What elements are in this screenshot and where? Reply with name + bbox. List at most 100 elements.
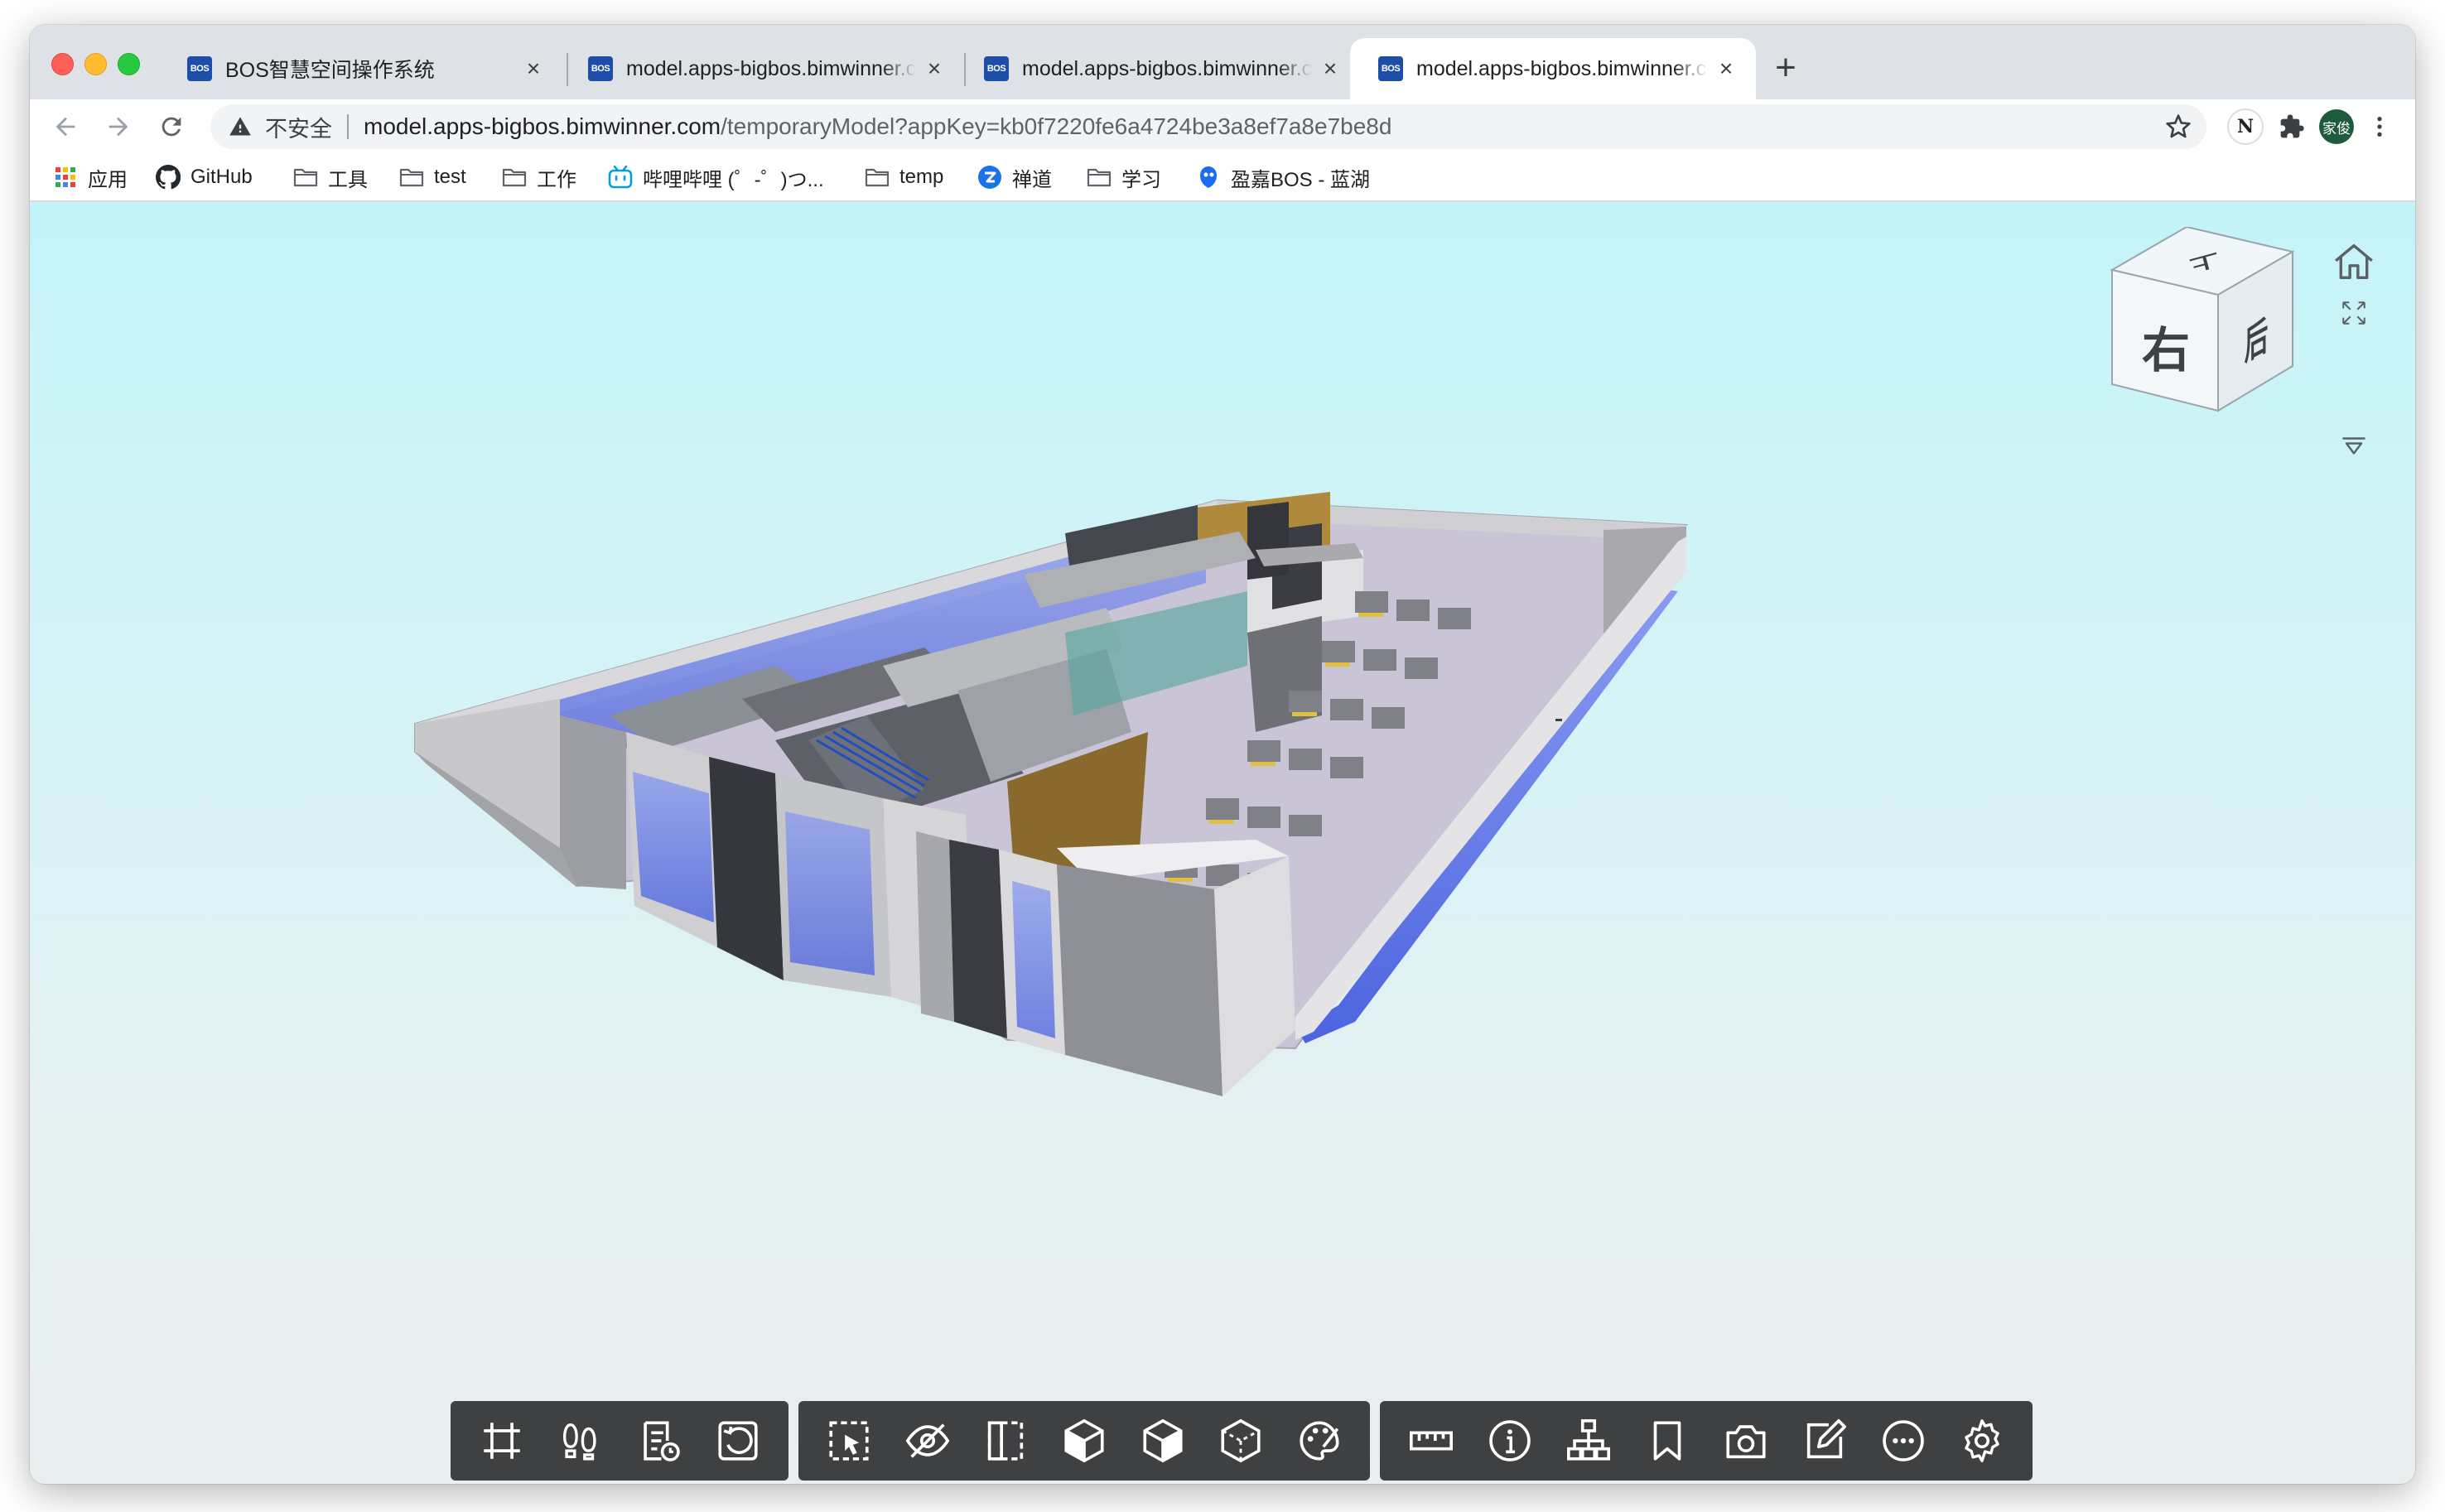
footprints-icon [562,1423,596,1461]
roam-button[interactable] [541,1401,620,1481]
funnel-icon [2342,437,2365,455]
reload-icon [162,117,181,137]
floor-filter-button[interactable] [2336,429,2372,465]
omnibox-divider [347,114,349,139]
tab-model-active[interactable]: BOS model.apps-bigbos.bimwinner.com × [1350,38,1756,99]
corner-block-front [1057,864,1222,1096]
snapshot-button[interactable] [1706,1401,1785,1481]
zoom-window-button[interactable] [118,53,140,75]
tab-close-icon[interactable]: × [522,57,545,80]
bookmark-github[interactable]: GitHub [156,161,253,194]
box-select-icon [829,1421,869,1461]
dark-panel [949,840,1007,1038]
bookmark-folder-temp[interactable]: temp [865,161,943,194]
bookmark-view-button[interactable] [1628,1401,1706,1481]
forward-button[interactable] [98,106,139,147]
arrow-left-icon [55,117,75,137]
bookmark-star-icon[interactable] [2163,112,2193,142]
kebab-menu-icon [2377,117,2382,137]
bookmark-label: 学习 [1121,168,1161,191]
toolbar-group-view [451,1401,788,1481]
wireframe-button[interactable] [1202,1401,1280,1481]
bookmark-label: temp [899,166,944,188]
tab-bos-os[interactable]: BOS BOS智慧空间操作系统 × [169,38,563,99]
section-box-button[interactable] [1045,1401,1124,1481]
tab-close-icon[interactable]: × [1319,57,1342,80]
building-model-3d[interactable] [30,202,2415,1484]
hide-button[interactable] [889,1401,967,1481]
address-bar[interactable]: 不安全 model.apps-bigbos.bimwinner.com/temp… [210,104,2206,149]
bookmark-folder-tools[interactable]: 工具 [293,161,368,194]
bookmark-bilibili[interactable]: 哔哩哔哩 (゜-゜)つ... [608,161,824,194]
security-label[interactable]: 不安全 [265,111,332,143]
tab-close-icon[interactable]: × [1714,57,1738,80]
extensions-button[interactable] [2273,108,2311,146]
bookmark-apps[interactable]: 应用 [53,161,128,194]
measure-button[interactable] [1391,1401,1470,1481]
settings-button[interactable] [1942,1401,2021,1481]
bookmark-zentao[interactable]: 禅道 [977,161,1052,194]
material-button[interactable] [1280,1401,1358,1481]
hierarchy-icon [1566,1419,1610,1461]
warning-triangle-icon[interactable] [227,113,253,140]
bookmark-lanhu[interactable]: 盈嘉BOS - 蓝湖 [1196,161,1370,194]
folder-icon [293,165,318,190]
info-circle-icon [1488,1420,1531,1461]
model-tree-button[interactable] [1549,1401,1628,1481]
back-button[interactable] [45,106,86,147]
bos-favicon-icon: BOS [984,56,1009,81]
bos-favicon-icon: BOS [187,56,212,81]
bookmark-folder-test[interactable]: test [399,161,466,194]
puzzle-icon [2280,114,2304,138]
lanhu-icon [1196,165,1221,190]
github-icon [156,165,181,190]
corner-block-side [1214,856,1295,1096]
tab-model-2[interactable]: BOS model.apps-bigbos.bimwinner.com × [966,38,1360,99]
avatar: 家俊 [2319,109,2354,144]
west-facade-pier [560,715,626,889]
model-viewer[interactable]: 右 后 上 [30,202,2415,1484]
dark-room [1247,502,1289,580]
browser-toolbar: 不安全 model.apps-bigbos.bimwinner.com/temp… [30,99,2415,154]
gear-icon [1964,1419,1999,1462]
view-cube[interactable]: 右 后 上 [2100,225,2316,426]
section-list-button[interactable] [620,1401,698,1481]
bookmark-label: 工作 [537,168,576,191]
properties-button[interactable] [1470,1401,1549,1481]
arrow-right-icon [109,117,128,137]
apps-grid-icon [53,165,78,190]
url-host: model.apps-bigbos.bimwinner.com [364,113,721,139]
tab-model-1[interactable]: BOS model.apps-bigbos.bimwinner.com × [570,38,964,99]
bookmark-folder-study[interactable]: 学习 [1087,161,1161,194]
more-button[interactable] [1864,1401,1942,1481]
extension-n-button[interactable]: N [2226,108,2264,146]
tab-close-icon[interactable]: × [923,57,946,80]
bookmark-label: 哔哩哔哩 (゜-゜)つ... [643,168,824,191]
dark-panel [709,757,784,980]
minimize-window-button[interactable] [84,53,107,75]
document-clock-icon [643,1421,680,1461]
facade-pier [916,831,954,1022]
frame-focus-icon [483,1423,520,1459]
profile-button[interactable]: 家俊 [2317,108,2356,146]
cube-wireframe-icon [1221,1418,1261,1463]
bookmark-folder-work[interactable]: 工作 [502,161,576,194]
annotate-button[interactable] [1785,1401,1864,1481]
bilibili-icon [608,165,633,190]
explode-button[interactable] [1123,1401,1202,1481]
ruler-icon [1409,1431,1453,1451]
west-glass [785,811,875,975]
zentao-icon [977,165,1002,190]
reset-view-button[interactable] [698,1401,777,1481]
browser-menu-button[interactable] [2361,108,2399,146]
home-view-button[interactable] [2327,235,2380,288]
close-window-button[interactable] [51,53,74,75]
tab-title: BOS智慧空间操作系统 [225,59,435,82]
fit-view-button[interactable] [462,1401,541,1481]
box-select-button[interactable] [810,1401,889,1481]
new-tab-button[interactable]: + [1764,46,1807,89]
reload-button[interactable] [151,106,192,147]
isolate-button[interactable] [967,1401,1045,1481]
eye-off-icon [905,1423,950,1458]
fullscreen-button[interactable] [2336,295,2372,331]
